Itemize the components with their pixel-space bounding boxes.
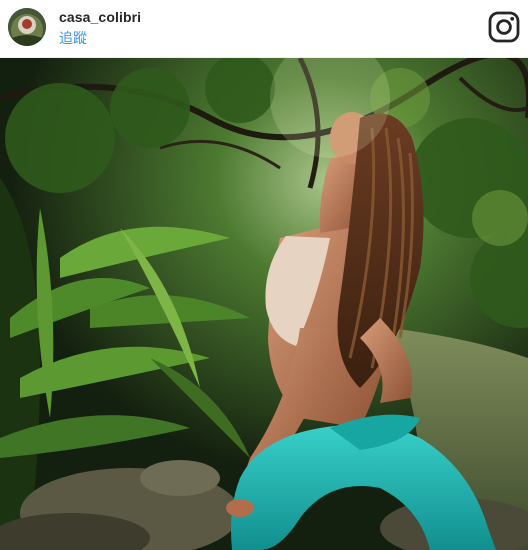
post-photo[interactable] bbox=[0, 58, 528, 550]
yoga-photo-illustration bbox=[0, 58, 528, 550]
instagram-logo-icon[interactable] bbox=[488, 11, 520, 43]
profile-avatar[interactable] bbox=[8, 8, 46, 46]
follow-button[interactable]: 追蹤 bbox=[59, 28, 87, 48]
post-header: casa_colibri 追蹤 bbox=[0, 0, 528, 58]
avatar-image bbox=[8, 8, 46, 46]
instagram-embed-post: casa_colibri 追蹤 bbox=[0, 0, 528, 550]
username-link[interactable]: casa_colibri bbox=[59, 9, 141, 25]
